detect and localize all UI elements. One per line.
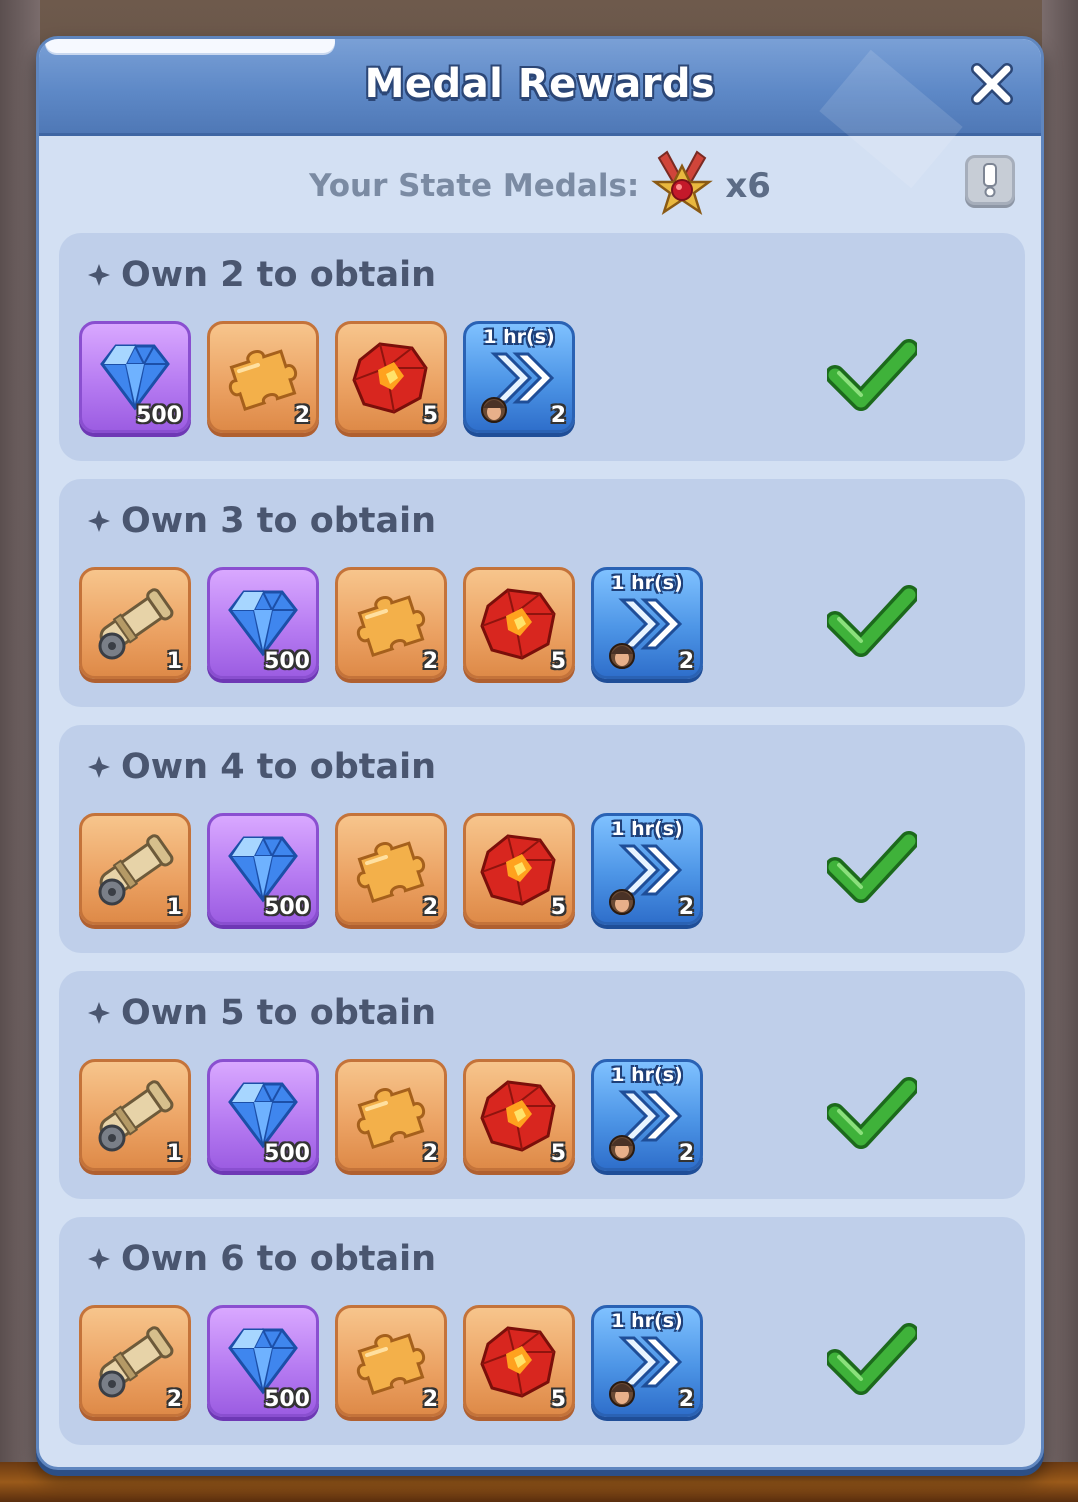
tier-header: Own 2 to obtain: [87, 255, 436, 295]
dialog-titlebar: Medal Rewards: [39, 39, 1041, 189]
medals-label: Your State Medals:: [309, 168, 640, 204]
item-quantity: 2: [678, 895, 694, 920]
reward-item-speedup[interactable]: 1 hr(s) 2: [591, 1059, 703, 1171]
close-button[interactable]: [965, 57, 1019, 111]
item-quantity: 500: [264, 895, 310, 920]
close-icon: [971, 63, 1013, 105]
reward-item-speedup[interactable]: 1 hr(s) 2: [591, 813, 703, 925]
item-quantity: 2: [166, 1387, 182, 1412]
reward-tier: Own 3 to obtain 1 500 2 5 1 hr(s) 2: [59, 479, 1025, 707]
reward-item-puzzle-piece[interactable]: 2: [335, 1305, 447, 1417]
reward-tier: Own 2 to obtain 500 2 5 1 hr(s) 2: [59, 233, 1025, 461]
reward-item-cannon[interactable]: 1: [79, 567, 191, 679]
item-duration: 1 hr(s): [611, 818, 683, 840]
item-quantity: 5: [422, 403, 438, 428]
reward-items: 1 500 2 5 1 hr(s) 2: [79, 813, 703, 925]
item-duration: 1 hr(s): [483, 326, 555, 348]
item-quantity: 500: [264, 649, 310, 674]
reward-item-gems[interactable]: 500: [207, 813, 319, 925]
checkmark-icon: [827, 585, 917, 657]
reward-item-gems[interactable]: 500: [207, 567, 319, 679]
reward-item-speedup[interactable]: 1 hr(s) 2: [591, 1305, 703, 1417]
item-quantity: 2: [678, 1141, 694, 1166]
reward-items: 1 500 2 5 1 hr(s) 2: [79, 1059, 703, 1171]
snow-decoration: [45, 39, 335, 53]
reward-item-speedup[interactable]: 1 hr(s) 2: [591, 567, 703, 679]
reward-item-cannon[interactable]: 1: [79, 1059, 191, 1171]
reward-item-cannon[interactable]: 1: [79, 813, 191, 925]
item-quantity: 2: [422, 895, 438, 920]
reward-items: 500 2 5 1 hr(s) 2: [79, 321, 575, 433]
background-right: [1042, 0, 1078, 1502]
reward-item-gems[interactable]: 500: [207, 1059, 319, 1171]
reward-tier: Own 4 to obtain 1 500 2 5 1 hr(s) 2: [59, 725, 1025, 953]
checkmark-icon: [827, 339, 917, 411]
info-button[interactable]: [965, 155, 1015, 205]
item-quantity: 2: [422, 649, 438, 674]
item-duration: 1 hr(s): [611, 1064, 683, 1086]
tier-label: Own 6 to obtain: [121, 1239, 437, 1279]
item-quantity: 5: [550, 895, 566, 920]
diamond-bullet-icon: [88, 1248, 110, 1270]
reward-item-puzzle-piece[interactable]: 2: [335, 567, 447, 679]
reward-item-red-ore[interactable]: 5: [463, 1305, 575, 1417]
item-quantity: 5: [550, 649, 566, 674]
reward-item-gems[interactable]: 500: [207, 1305, 319, 1417]
item-quantity: 1: [166, 649, 182, 674]
diamond-bullet-icon: [88, 756, 110, 778]
item-quantity: 2: [422, 1141, 438, 1166]
item-quantity: 5: [550, 1141, 566, 1166]
item-quantity: 500: [264, 1387, 310, 1412]
item-quantity: 500: [136, 403, 182, 428]
reward-item-red-ore[interactable]: 5: [463, 567, 575, 679]
reward-item-red-ore[interactable]: 5: [335, 321, 447, 433]
tier-header: Own 6 to obtain: [87, 1239, 436, 1279]
reward-tier: Own 6 to obtain 2 500 2 5 1 hr(s) 2: [59, 1217, 1025, 1445]
item-quantity: 1: [166, 895, 182, 920]
reward-tier: Own 5 to obtain 1 500 2 5 1 hr(s) 2: [59, 971, 1025, 1199]
tier-header: Own 4 to obtain: [87, 747, 436, 787]
reward-items: 1 500 2 5 1 hr(s) 2: [79, 567, 703, 679]
tier-label: Own 2 to obtain: [121, 255, 437, 295]
item-quantity: 2: [678, 649, 694, 674]
tier-header: Own 3 to obtain: [87, 501, 436, 541]
medals-summary: Your State Medals: x6: [39, 150, 1041, 221]
item-duration: 1 hr(s): [611, 572, 683, 594]
diamond-bullet-icon: [88, 510, 110, 532]
reward-item-gems[interactable]: 500: [79, 321, 191, 433]
diamond-bullet-icon: [88, 1002, 110, 1024]
item-quantity: 2: [550, 403, 566, 428]
item-quantity: 2: [422, 1387, 438, 1412]
reward-item-red-ore[interactable]: 5: [463, 813, 575, 925]
reward-items: 2 500 2 5 1 hr(s) 2: [79, 1305, 703, 1417]
dialog-title: Medal Rewards: [364, 61, 716, 107]
exclamation-icon: [983, 163, 997, 197]
medal-rewards-dialog: Medal Rewards Your State Medals: x6 Own …: [36, 36, 1044, 1470]
item-quantity: 1: [166, 1141, 182, 1166]
reward-item-puzzle-piece[interactable]: 2: [207, 321, 319, 433]
diamond-bullet-icon: [88, 264, 110, 286]
checkmark-icon: [827, 831, 917, 903]
checkmark-icon: [827, 1323, 917, 1395]
item-quantity: 2: [294, 403, 310, 428]
tier-header: Own 5 to obtain: [87, 993, 436, 1033]
checkmark-icon: [827, 1077, 917, 1149]
reward-item-red-ore[interactable]: 5: [463, 1059, 575, 1171]
reward-item-cannon[interactable]: 2: [79, 1305, 191, 1417]
item-quantity: 2: [678, 1387, 694, 1412]
medals-count: x6: [725, 166, 771, 206]
item-quantity: 500: [264, 1141, 310, 1166]
item-quantity: 5: [550, 1387, 566, 1412]
tier-label: Own 4 to obtain: [121, 747, 437, 787]
tier-label: Own 5 to obtain: [121, 993, 437, 1033]
item-duration: 1 hr(s): [611, 1310, 683, 1332]
reward-item-speedup[interactable]: 1 hr(s) 2: [463, 321, 575, 433]
medal-icon: [651, 150, 714, 216]
reward-item-puzzle-piece[interactable]: 2: [335, 1059, 447, 1171]
reward-item-puzzle-piece[interactable]: 2: [335, 813, 447, 925]
tier-label: Own 3 to obtain: [121, 501, 437, 541]
background-left: [0, 0, 40, 1502]
